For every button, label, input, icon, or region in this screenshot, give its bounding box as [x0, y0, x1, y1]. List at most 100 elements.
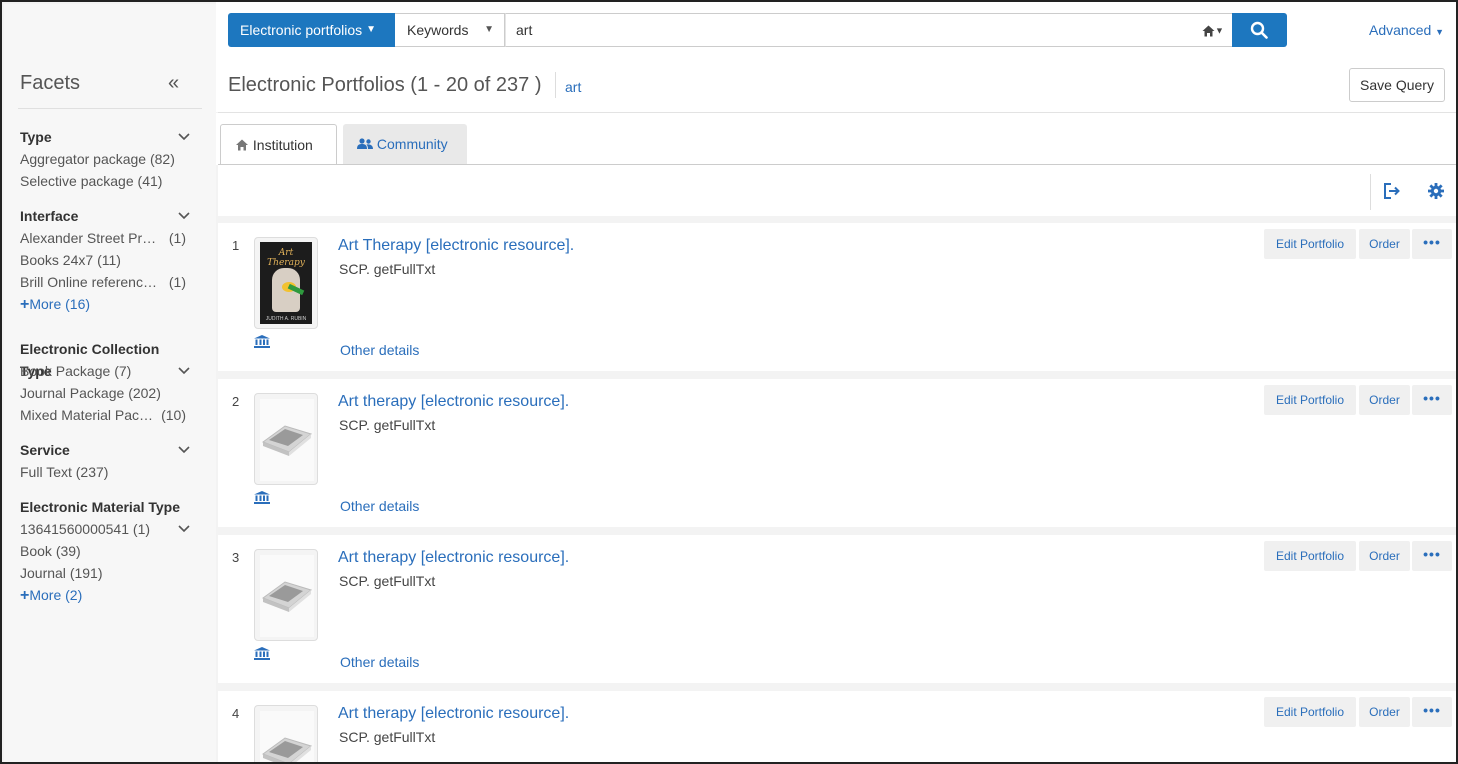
facet-heading[interactable]: Interface	[20, 205, 190, 227]
tab-label: Institution	[252, 137, 313, 153]
generic-journal-thumbnail[interactable]	[254, 549, 318, 641]
row-number: 3	[232, 550, 240, 565]
facet-heading-label: Service	[20, 442, 70, 458]
facet-item-name: Journal	[20, 565, 66, 581]
edit-portfolio-button[interactable]: Edit Portfolio	[1264, 697, 1356, 727]
row-number: 1	[232, 238, 240, 253]
facet-item[interactable]: Brill Online reference… (1)	[20, 271, 190, 293]
book-cover-thumbnail[interactable]: Art Therapy JUDITH A. RUBIN	[254, 237, 318, 329]
result-title-link[interactable]: Art Therapy [electronic resource].	[338, 237, 574, 255]
facet-item[interactable]: Journal (191)	[20, 562, 190, 584]
export-icon[interactable]	[1383, 182, 1401, 205]
facet-item[interactable]: Aggregator package (82)	[20, 148, 190, 170]
facet-item-count: (7)	[114, 363, 132, 379]
facet-item-name: Selective package	[20, 173, 134, 189]
edit-portfolio-button[interactable]: Edit Portfolio	[1264, 229, 1356, 259]
facet-more-link[interactable]: +More (16)	[20, 293, 190, 315]
journal-placeholder-icon	[260, 711, 314, 762]
facet-group-material-type: Electronic Material Type 13641560000541 …	[20, 496, 190, 606]
more-actions-button[interactable]: •••	[1412, 541, 1452, 571]
facet-item-count: (191)	[69, 565, 103, 581]
advanced-search-link[interactable]: Advanced ▼	[1369, 22, 1444, 38]
result-row: 3 Art therapy [electronic resource]. SCP…	[218, 535, 1456, 683]
search-scope-dropdown[interactable]: Electronic portfolios ▼	[228, 13, 395, 47]
facet-item-name: Book Package	[20, 363, 111, 379]
facet-item[interactable]: Journal Package (202)	[20, 382, 190, 404]
other-details-link[interactable]: Other details	[340, 654, 419, 670]
generic-journal-thumbnail[interactable]	[254, 705, 318, 762]
result-row: 4 Art therapy [electronic resource]. SCP…	[218, 691, 1456, 762]
caret-down-icon: ▼	[484, 24, 494, 35]
facet-heading[interactable]: Service	[20, 439, 190, 461]
chevron-down-icon[interactable]	[178, 205, 190, 227]
facet-item[interactable]: Alexander Street Pre… (1)	[20, 227, 190, 249]
more-actions-button[interactable]: •••	[1412, 385, 1452, 415]
facet-item[interactable]: Book (39)	[20, 540, 190, 562]
more-actions-button[interactable]: •••	[1412, 697, 1452, 727]
search-input[interactable]: art	[505, 13, 1205, 47]
order-button[interactable]: Order	[1359, 541, 1410, 571]
divider	[18, 108, 202, 109]
institution-icon[interactable]	[254, 335, 270, 353]
facet-more-label: More (16)	[29, 296, 91, 312]
more-actions-button[interactable]: •••	[1412, 229, 1452, 259]
order-button[interactable]: Order	[1359, 385, 1410, 415]
chevron-down-icon[interactable]	[178, 360, 190, 382]
facet-item[interactable]: Books 24x7 (11)	[20, 249, 190, 271]
search-button[interactable]	[1232, 13, 1287, 47]
facet-more-link[interactable]: +More (2)	[20, 584, 190, 606]
facet-item[interactable]: Full Text (237)	[20, 461, 190, 483]
facet-heading[interactable]: Electronic Material Type	[20, 496, 190, 518]
save-query-button[interactable]: Save Query	[1349, 68, 1445, 102]
chevron-down-icon[interactable]	[178, 439, 190, 461]
chevron-down-icon[interactable]	[178, 518, 190, 540]
facet-item[interactable]: Selective package (41)	[20, 170, 190, 192]
edit-portfolio-button[interactable]: Edit Portfolio	[1264, 541, 1356, 571]
home-scope-dropdown[interactable]: ▼	[1202, 13, 1232, 47]
result-title-link[interactable]: Art therapy [electronic resource].	[338, 393, 569, 411]
home-icon	[1202, 25, 1215, 37]
divider	[555, 72, 556, 98]
page-title: Electronic Portfolios (1 - 20 of 237 )	[228, 74, 542, 96]
facet-heading-label: Interface	[20, 208, 79, 224]
plus-icon: +	[20, 587, 30, 604]
collapse-facets-button[interactable]: «	[168, 72, 179, 95]
caret-down-icon: ▼	[366, 24, 376, 35]
generic-journal-thumbnail[interactable]	[254, 393, 318, 485]
facet-heading[interactable]: Type	[20, 126, 190, 148]
journal-placeholder-icon	[260, 399, 314, 481]
other-details-link[interactable]: Other details	[340, 342, 419, 358]
facet-item-count: (1)	[132, 521, 151, 537]
institution-icon[interactable]	[254, 491, 270, 509]
chevron-down-icon[interactable]	[178, 126, 190, 148]
facet-item-name: Book	[20, 543, 52, 559]
row-number: 2	[232, 394, 240, 409]
search-field-dropdown[interactable]: Keywords ▼	[395, 13, 505, 47]
tab-community[interactable]: Community	[343, 124, 467, 165]
facet-group-interface: Interface Alexander Street Pre… (1) Books…	[20, 205, 190, 315]
tab-institution[interactable]: Institution	[220, 124, 337, 165]
order-button[interactable]: Order	[1359, 697, 1410, 727]
edit-portfolio-button[interactable]: Edit Portfolio	[1264, 385, 1356, 415]
query-term-link[interactable]: art	[565, 79, 581, 95]
order-button[interactable]: Order	[1359, 229, 1410, 259]
facet-item[interactable]: Mixed Material Pac… (10)	[20, 404, 190, 426]
advanced-label: Advanced	[1369, 22, 1432, 38]
facet-item[interactable]: 13641560000541 (1)	[20, 518, 190, 540]
gear-icon[interactable]	[1427, 182, 1445, 205]
facet-item-count: (11)	[97, 252, 121, 268]
facet-heading-label: Electronic Material Type	[20, 499, 181, 515]
facet-item-name: 13641560000541	[20, 521, 130, 537]
facets-title: Facets	[20, 72, 81, 94]
other-details-link[interactable]: Other details	[340, 498, 419, 514]
facet-item-name: Mixed Material Pac…	[20, 407, 154, 423]
result-title-link[interactable]: Art therapy [electronic resource].	[338, 549, 569, 567]
facet-item-name: Books 24x7	[20, 252, 94, 268]
institution-icon[interactable]	[254, 647, 270, 665]
facet-heading[interactable]: Electronic Collection Type	[20, 338, 190, 379]
results-toolbar	[218, 164, 1456, 216]
facet-item[interactable]: Book Package (7)	[20, 360, 190, 382]
result-title-link[interactable]: Art therapy [electronic resource].	[338, 705, 569, 723]
users-icon	[357, 138, 373, 149]
facet-item-count: (82)	[149, 151, 175, 167]
